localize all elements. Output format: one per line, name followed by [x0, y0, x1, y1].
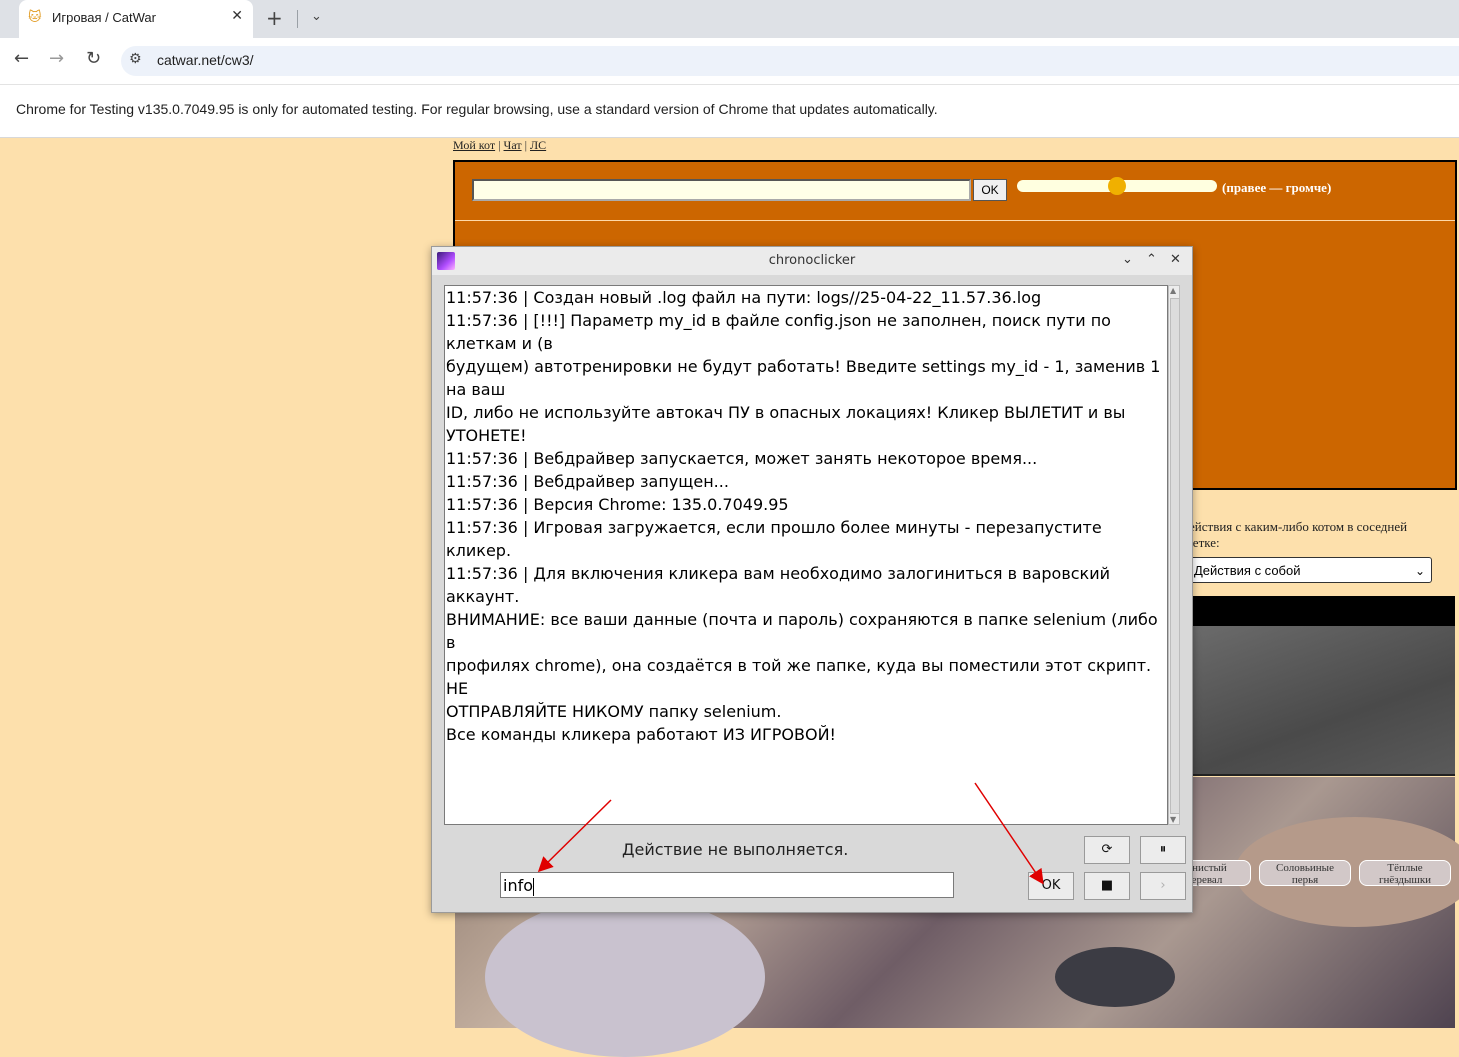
- command-input[interactable]: info: [500, 872, 954, 898]
- stop-icon: ■: [1100, 878, 1114, 893]
- minimize-icon[interactable]: ⌄: [1122, 252, 1133, 267]
- location-button-feathers[interactable]: Соловьиные перья: [1259, 860, 1351, 886]
- back-icon[interactable]: ←: [14, 48, 29, 69]
- next-button[interactable]: ›: [1140, 872, 1186, 900]
- location-button-nests[interactable]: Тёплые гнёздышки: [1359, 860, 1451, 886]
- browser-toolbar: ← → ↻ ⚙ catwar.net/cw3/: [0, 38, 1459, 85]
- volume-label: (правее — громче): [1222, 180, 1332, 195]
- address-bar[interactable]: ⚙ catwar.net/cw3/: [121, 46, 1459, 76]
- log-line: Все команды кликера работают ИЗ ИГРОВОЙ!: [446, 725, 836, 744]
- chat-divider: [455, 220, 1455, 221]
- pause-icon: ⏸: [1159, 842, 1167, 857]
- pause-button[interactable]: ⏸: [1140, 836, 1186, 864]
- log-line: ID, либо не используйте автокач ПУ в опа…: [446, 403, 1126, 445]
- log-line: 11:57:36 | Версия Chrome: 135.0.7049.95: [446, 495, 789, 514]
- log-line: ОТПРАВЛЯЙТЕ НИКОМУ папку selenium.: [446, 702, 782, 721]
- reload-icon[interactable]: ↻: [86, 48, 101, 69]
- forward-icon[interactable]: →: [49, 48, 64, 69]
- tab-close-icon[interactable]: ✕: [231, 8, 243, 24]
- tab-separator: [297, 10, 298, 28]
- action-label: Действия с каким-либо котом в соседней к…: [1180, 519, 1408, 550]
- log-line: 11:57:36 | Игровая загружается, если про…: [446, 518, 1102, 560]
- log-line: 11:57:36 | Вебдрайвер запущен...: [446, 472, 729, 491]
- log-line: будущем) автотренировки не будут работат…: [446, 357, 1161, 399]
- action-select[interactable]: Действия с собой ⌄: [1190, 557, 1432, 583]
- action-select-value: Действия с собой: [1194, 563, 1301, 578]
- log-line: 11:57:36 | [!!!] Параметр my_id в файле …: [446, 311, 1111, 353]
- log-line: 11:57:36 | Для включения кликера вам нео…: [446, 564, 1111, 606]
- location-header: [1190, 596, 1455, 626]
- log-output[interactable]: 11:57:36 | Создан новый .log файл на пут…: [444, 285, 1168, 825]
- log-line: профилях chrome), она создаётся в той же…: [446, 656, 1152, 698]
- game-nav-links: Мой кот | Чат | ЛС: [453, 138, 547, 152]
- tab-title: Игровая / CatWar: [52, 10, 156, 25]
- link-my-cat[interactable]: Мой кот: [453, 138, 495, 152]
- window-title: chronoclicker: [768, 253, 856, 268]
- scroll-down-icon[interactable]: ▼: [1170, 815, 1176, 824]
- volume-slider[interactable]: [1017, 177, 1217, 195]
- log-line: 11:57:36 | Создан новый .log файл на пут…: [446, 288, 1042, 307]
- tab-bar: 🐱 Игровая / CatWar ✕ + ⌄: [0, 0, 1459, 38]
- new-tab-icon[interactable]: +: [266, 6, 283, 30]
- ok-button[interactable]: OK: [1028, 872, 1074, 900]
- scrollbar-thumb[interactable]: [1170, 298, 1180, 814]
- chat-input[interactable]: [472, 179, 971, 201]
- clicker-window: chronoclicker ⌄ ⌃ ✕ 11:57:36 | Создан но…: [431, 246, 1193, 913]
- site-info-icon[interactable]: ⚙: [129, 51, 142, 67]
- close-icon[interactable]: ✕: [1170, 252, 1181, 267]
- action-panel: Действия с каким-либо котом в соседней к…: [1180, 490, 1455, 595]
- log-scrollbar[interactable]: ▲ ▼: [1168, 285, 1180, 825]
- cat-icon: 🐱: [28, 10, 42, 25]
- link-pm[interactable]: ЛС: [530, 138, 546, 152]
- rock-shape: [485, 897, 765, 1057]
- restart-icon: ⟳: [1101, 842, 1113, 857]
- automation-infobar: Chrome for Testing v135.0.7049.95 is onl…: [0, 85, 1459, 138]
- scroll-up-icon[interactable]: ▲: [1170, 286, 1176, 295]
- status-text: Действие не выполняется.: [622, 840, 849, 859]
- stop-button[interactable]: ■: [1084, 872, 1130, 900]
- pond-shape: [1055, 947, 1175, 1007]
- tab-active[interactable]: 🐱 Игровая / CatWar ✕: [19, 0, 253, 38]
- chevron-down-icon: ⌄: [1414, 564, 1425, 578]
- log-line: ВНИМАНИЕ: все ваши данные (почта и парол…: [446, 610, 1158, 652]
- log-line: 11:57:36 | Вебдрайвер запускается, может…: [446, 449, 1038, 468]
- next-icon: ›: [1160, 878, 1166, 893]
- command-input-value: info: [503, 876, 534, 895]
- restart-button[interactable]: ⟳: [1084, 836, 1130, 864]
- window-titlebar[interactable]: chronoclicker ⌄ ⌃ ✕: [432, 247, 1192, 275]
- volume-knob[interactable]: [1108, 177, 1126, 195]
- chat-ok-button[interactable]: OK: [973, 179, 1007, 201]
- location-image-top: [1190, 626, 1455, 776]
- text-caret: [533, 877, 535, 896]
- tab-search-chevron-icon[interactable]: ⌄: [311, 9, 322, 24]
- maximize-icon[interactable]: ⌃: [1146, 252, 1157, 267]
- url-text: catwar.net/cw3/: [157, 52, 254, 68]
- infobar-text: Chrome for Testing v135.0.7049.95 is onl…: [16, 101, 938, 117]
- link-chat[interactable]: Чат: [504, 138, 522, 152]
